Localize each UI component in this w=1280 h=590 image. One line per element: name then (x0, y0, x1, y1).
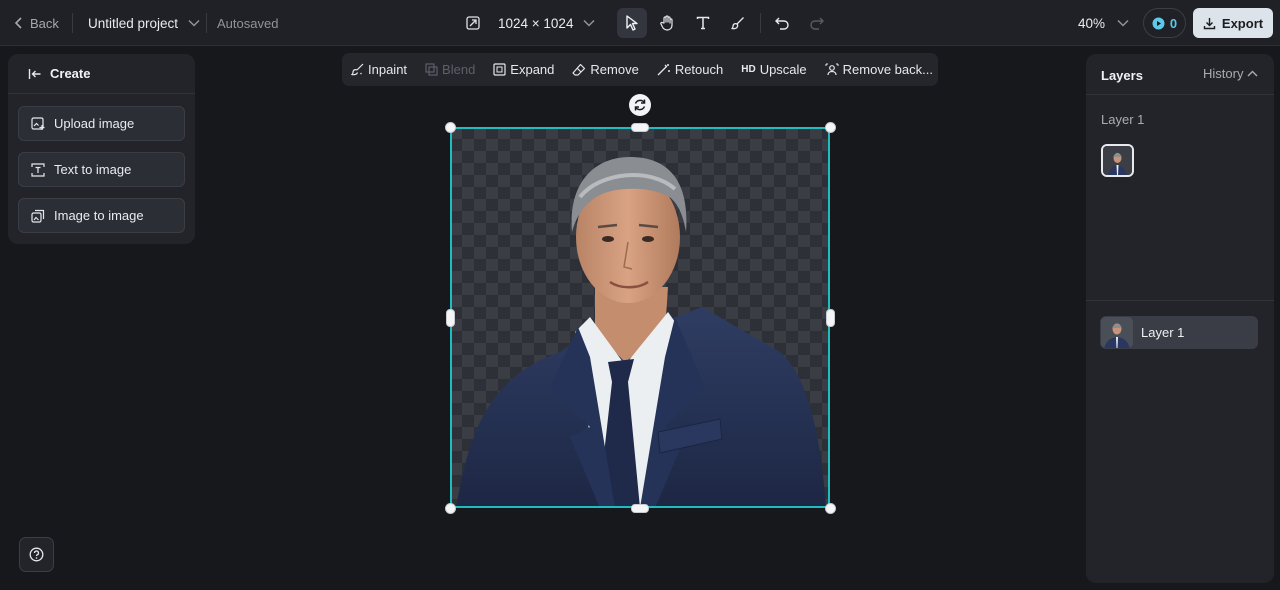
select-tool-button[interactable] (617, 8, 647, 38)
chevron-down-icon (188, 19, 200, 27)
credits-count: 0 (1169, 15, 1178, 31)
tab-history[interactable]: History (1203, 66, 1258, 81)
retouch-button[interactable]: Retouch (657, 62, 723, 77)
upscale-button[interactable]: HD Upscale (741, 62, 806, 77)
help-button[interactable] (19, 537, 54, 572)
hand-icon (659, 15, 675, 31)
inpaint-button[interactable]: Inpaint (351, 62, 407, 77)
zoom-level: 40% (1078, 15, 1106, 31)
upload-image-label: Upload image (54, 116, 135, 131)
hand-tool-button[interactable] (652, 8, 682, 38)
remove-button[interactable]: Remove (572, 62, 639, 77)
remove-label: Remove (590, 62, 639, 77)
chevron-down-icon (1117, 19, 1129, 27)
project-title: Untitled project (88, 15, 179, 31)
text-tool-button[interactable] (688, 8, 718, 38)
magic-wand-icon (657, 63, 671, 76)
image-to-image-icon (31, 209, 45, 223)
redo-icon (809, 17, 824, 30)
export-label: Export (1221, 15, 1264, 31)
project-title-dropdown[interactable]: Untitled project (88, 0, 200, 46)
resize-icon (466, 16, 480, 30)
canvas-size-dropdown[interactable]: 1024 × 1024 (466, 0, 595, 46)
brush-tool-button[interactable] (723, 8, 753, 38)
brush-icon (731, 16, 745, 30)
undo-icon (774, 17, 790, 30)
expand-icon (493, 63, 506, 76)
export-button[interactable]: Export (1193, 8, 1273, 38)
layers-panel-header: Layers History (1086, 54, 1274, 95)
hd-icon: HD (741, 64, 756, 75)
image-to-image-label: Image to image (54, 208, 144, 223)
text-to-image-button[interactable]: Text to image (18, 152, 185, 187)
divider (206, 13, 207, 33)
edit-toolbar: Inpaint Blend Expand Remove Retouch HD U… (342, 53, 938, 86)
layer-thumbnail-selected[interactable] (1101, 144, 1134, 177)
text-to-image-label: Text to image (54, 162, 132, 177)
canvas-image[interactable] (450, 127, 830, 508)
cursor-arrow-icon (625, 15, 639, 31)
upload-image-button[interactable]: Upload image (18, 106, 185, 141)
retouch-label: Retouch (674, 62, 724, 77)
remove-background-label: Remove back... (842, 62, 933, 77)
create-panel: Create Upload image Text to image Image … (8, 54, 195, 244)
top-bar: Back Untitled project Autosaved 1024 × 1… (0, 0, 1280, 46)
resize-handle-top-right[interactable] (825, 122, 836, 133)
back-button[interactable]: Back (14, 0, 59, 46)
resize-handle-bottom[interactable] (631, 504, 649, 513)
blend-button[interactable]: Blend (425, 62, 475, 77)
text-icon (696, 16, 710, 30)
portrait-image (456, 157, 826, 508)
undo-button[interactable] (767, 8, 797, 38)
history-label: History (1203, 66, 1244, 81)
upscale-label: Upscale (759, 62, 807, 77)
resize-handle-left[interactable] (446, 309, 455, 327)
blend-label: Blend (442, 62, 476, 77)
credit-coin-icon (1152, 17, 1165, 30)
chevron-left-icon (14, 17, 24, 29)
zoom-dropdown[interactable]: 40% (1078, 0, 1129, 46)
expand-label: Expand (510, 62, 555, 77)
text-to-image-icon (31, 162, 45, 177)
chevron-down-icon (583, 19, 595, 27)
layer-name: Layer 1 (1141, 325, 1185, 340)
redo-button[interactable] (801, 8, 831, 38)
layer-group-label: Layer 1 (1101, 112, 1145, 127)
image-to-image-button[interactable]: Image to image (18, 198, 185, 233)
remove-background-icon (825, 63, 839, 76)
resize-handle-bottom-right[interactable] (825, 503, 836, 514)
layers-panel: Layers History Layer 1 Layer 1 (1086, 54, 1274, 583)
tab-layers[interactable]: Layers (1101, 68, 1143, 83)
collapse-left-icon (28, 68, 42, 80)
blend-icon (425, 63, 438, 76)
help-icon (29, 547, 44, 562)
divider (1086, 300, 1274, 301)
chevron-up-icon (1247, 70, 1258, 77)
resize-handle-bottom-left[interactable] (445, 503, 456, 514)
autosave-status: Autosaved (217, 15, 279, 31)
divider (72, 13, 73, 33)
create-panel-header[interactable]: Create (8, 54, 195, 94)
rotate-icon (633, 98, 647, 112)
resize-handle-right[interactable] (826, 309, 835, 327)
remove-background-button[interactable]: Remove back... (825, 62, 933, 77)
inpaint-icon (351, 63, 364, 76)
back-label: Back (30, 15, 59, 31)
layer-row-thumbnail (1101, 317, 1133, 348)
divider (760, 13, 761, 33)
eraser-icon (572, 63, 586, 76)
credits-button[interactable]: 0 (1143, 8, 1186, 38)
download-icon (1203, 17, 1216, 30)
inpaint-label: Inpaint (368, 62, 408, 77)
rotate-handle[interactable] (629, 94, 651, 116)
resize-handle-top[interactable] (631, 123, 649, 132)
upload-image-icon (31, 116, 45, 131)
expand-button[interactable]: Expand (493, 62, 554, 77)
create-panel-title: Create (50, 66, 91, 81)
layer-row[interactable]: Layer 1 (1100, 316, 1258, 349)
resize-handle-top-left[interactable] (445, 122, 456, 133)
canvas-size: 1024 × 1024 (498, 15, 574, 31)
